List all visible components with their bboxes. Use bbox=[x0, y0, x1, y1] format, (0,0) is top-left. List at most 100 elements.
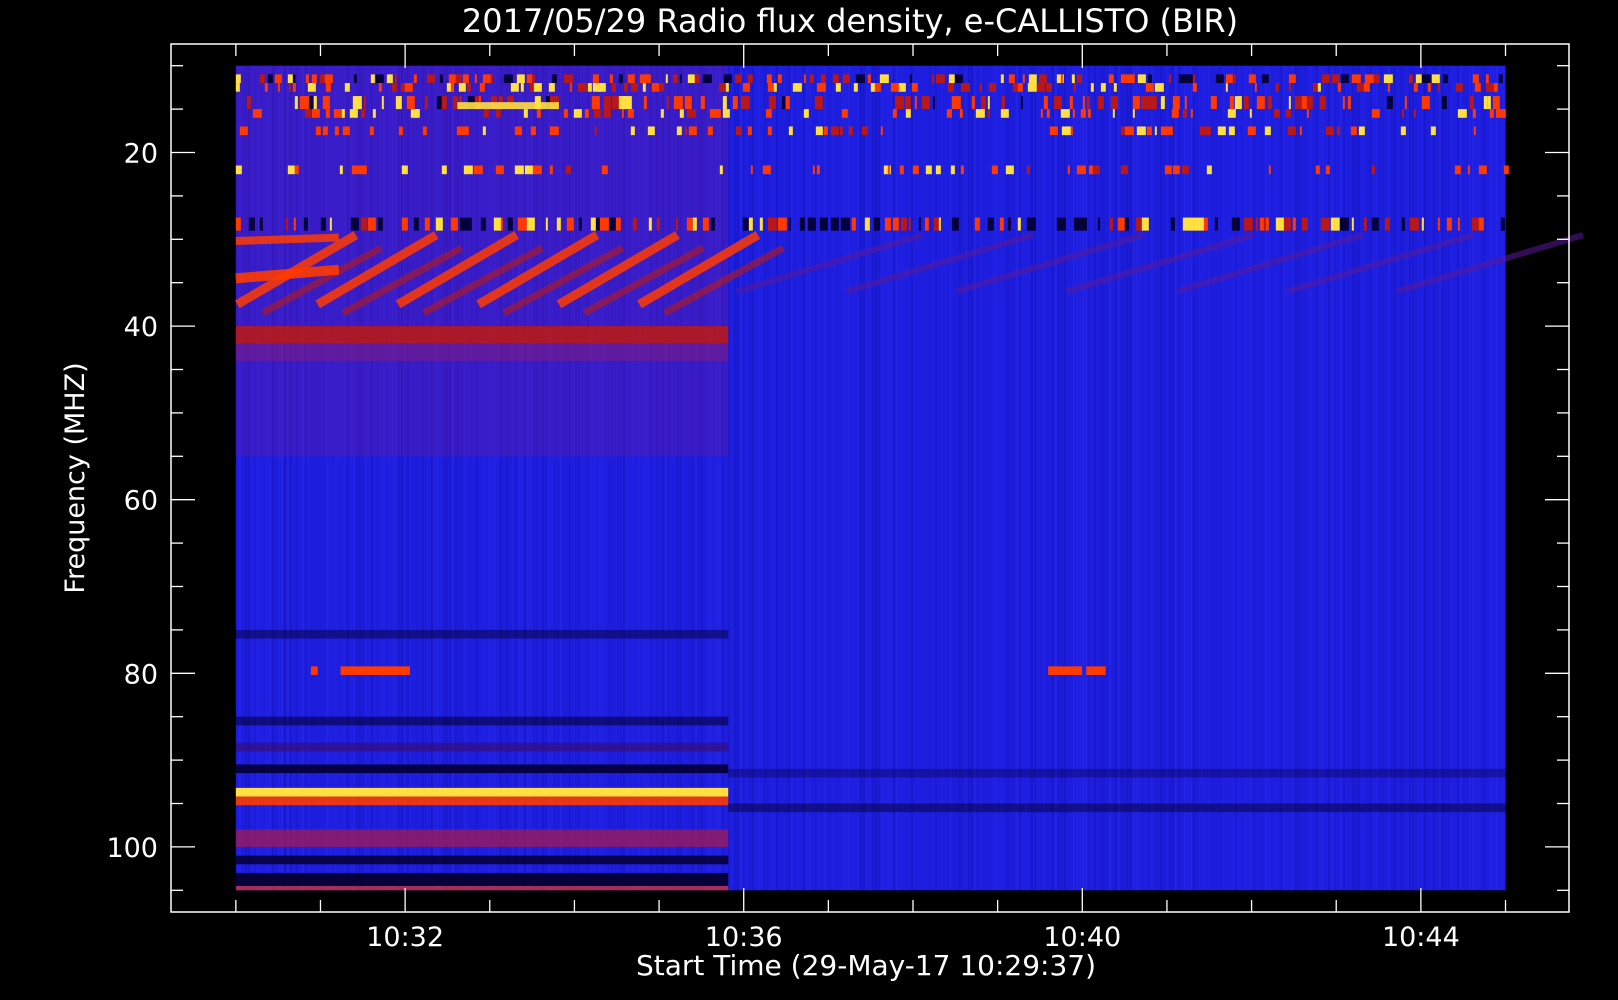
heatmap-texture bbox=[1315, 65, 1318, 891]
heatmap-texture bbox=[1054, 65, 1057, 891]
heatmap-texture bbox=[967, 65, 970, 891]
heatmap-cell bbox=[1285, 109, 1291, 118]
heatmap-cell bbox=[1339, 217, 1349, 231]
heatmap-cell bbox=[495, 109, 501, 118]
heatmap-cell bbox=[632, 217, 637, 231]
heatmap-band-94mhz bbox=[235, 796, 729, 806]
heatmap-cell bbox=[277, 83, 280, 92]
heatmap-texture bbox=[1366, 65, 1369, 891]
heatmap-cell bbox=[935, 165, 941, 175]
heatmap-cell bbox=[303, 217, 308, 231]
heatmap-texture bbox=[1411, 65, 1414, 891]
heatmap-cell bbox=[1141, 217, 1149, 231]
heatmap-texture bbox=[892, 65, 895, 891]
heatmap-texture bbox=[1291, 65, 1294, 891]
heatmap-cell bbox=[1457, 109, 1467, 118]
heatmap-cell bbox=[987, 96, 990, 110]
heatmap-texture bbox=[1354, 65, 1357, 891]
heatmap-cell bbox=[1171, 109, 1179, 118]
heatmap-cell bbox=[441, 96, 447, 110]
heatmap-cell bbox=[1113, 83, 1117, 92]
heatmap-texture bbox=[859, 65, 862, 891]
heatmap-texture bbox=[1384, 65, 1387, 891]
heatmap-cell bbox=[1373, 74, 1380, 84]
heatmap-cell bbox=[623, 83, 628, 92]
heatmap-cell bbox=[596, 83, 606, 92]
heatmap-cell bbox=[1340, 74, 1349, 84]
heatmap-cell bbox=[842, 74, 850, 84]
heatmap-cell bbox=[615, 217, 621, 231]
heatmap-texture bbox=[730, 65, 733, 891]
heatmap-texture bbox=[886, 65, 889, 891]
heatmap-cell bbox=[1387, 83, 1390, 92]
heatmap-cell bbox=[1182, 109, 1187, 118]
heatmap-cell bbox=[665, 74, 668, 84]
spectrogram-chart: 10:32 10:36 10:40 10:4420406080100 2017/05/… bbox=[0, 0, 1618, 1000]
heatmap-cell bbox=[235, 74, 241, 84]
heatmap-cell bbox=[404, 83, 413, 92]
heatmap-cell bbox=[1022, 74, 1025, 84]
heatmap-cell bbox=[1431, 74, 1440, 84]
heatmap-texture bbox=[1276, 65, 1279, 891]
heatmap-cell bbox=[1192, 83, 1197, 92]
heatmap-cell bbox=[1312, 83, 1318, 92]
heatmap-cell bbox=[1109, 217, 1113, 231]
heatmap-cell bbox=[781, 96, 785, 110]
heatmap-cell bbox=[1299, 126, 1302, 136]
heatmap-cell bbox=[1427, 83, 1431, 92]
heatmap-cell bbox=[1043, 96, 1048, 110]
heatmap-cell bbox=[1145, 83, 1154, 92]
heatmap-cell bbox=[1268, 165, 1271, 175]
heatmap-cell bbox=[507, 217, 513, 231]
heatmap-cell bbox=[830, 217, 839, 231]
heatmap-cell bbox=[1306, 109, 1309, 118]
heatmap-band-dark-91 bbox=[235, 764, 729, 774]
heatmap-cell bbox=[892, 109, 897, 118]
heatmap-texture bbox=[982, 65, 985, 891]
heatmap-cell bbox=[686, 217, 693, 231]
heatmap-texture bbox=[1363, 65, 1366, 891]
heatmap-texture bbox=[1048, 65, 1051, 891]
heatmap-texture bbox=[1129, 65, 1132, 891]
heatmap-cell bbox=[900, 217, 907, 231]
heatmap-texture bbox=[736, 65, 739, 891]
heatmap-cell bbox=[788, 217, 791, 231]
heatmap-texture bbox=[772, 65, 775, 891]
heatmap-cell bbox=[848, 126, 853, 136]
heatmap-cell bbox=[647, 126, 655, 136]
heatmap-cell bbox=[292, 83, 296, 92]
heatmap-texture bbox=[1252, 65, 1255, 891]
heatmap-cell bbox=[342, 126, 350, 136]
heatmap-cell bbox=[1478, 217, 1484, 231]
heatmap-texture bbox=[1004, 66, 1006, 891]
heatmap-texture bbox=[1499, 66, 1501, 891]
heatmap-cell bbox=[911, 83, 918, 92]
heatmap-cell bbox=[1503, 165, 1509, 175]
heatmap-texture bbox=[787, 65, 790, 891]
heatmap-cell bbox=[1040, 109, 1043, 118]
heatmap-texture bbox=[800, 66, 802, 891]
heatmap-texture bbox=[1262, 66, 1264, 891]
heatmap-cell bbox=[1248, 74, 1256, 84]
heatmap-texture bbox=[1297, 65, 1300, 891]
heatmap-cell bbox=[1356, 83, 1364, 92]
heatmap-texture bbox=[991, 65, 994, 891]
heatmap-texture bbox=[1181, 66, 1183, 891]
heatmap-cell bbox=[441, 165, 447, 175]
heatmap-texture bbox=[1303, 65, 1306, 891]
heatmap-texture bbox=[895, 65, 898, 891]
heatmap-cell bbox=[1008, 74, 1015, 84]
heatmap-cell bbox=[482, 126, 486, 136]
heatmap-texture bbox=[998, 66, 1000, 891]
heatmap-cell bbox=[1160, 126, 1169, 136]
heatmap-cell bbox=[313, 96, 317, 110]
heatmap-cell bbox=[1413, 109, 1416, 118]
heatmap-cell bbox=[339, 165, 343, 175]
heatmap-cell bbox=[816, 165, 820, 175]
heatmap-cell bbox=[599, 217, 609, 231]
heatmap-texture bbox=[973, 65, 976, 891]
heatmap-texture bbox=[769, 65, 772, 891]
heatmap-cell bbox=[672, 74, 678, 84]
heatmap-cell bbox=[367, 217, 376, 231]
heatmap-cell bbox=[479, 83, 485, 92]
